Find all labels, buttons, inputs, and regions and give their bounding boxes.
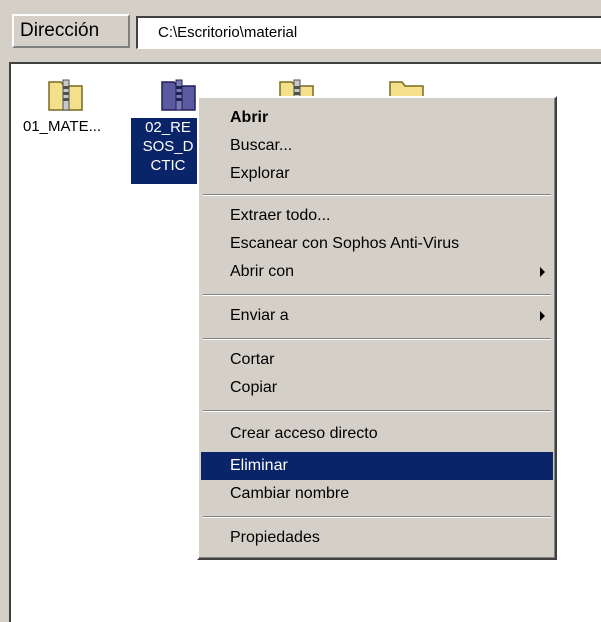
menu-item-abrir-con[interactable]: Abrir con xyxy=(201,258,553,286)
menu-separator xyxy=(203,338,551,340)
menu-item-propiedades[interactable]: Propiedades xyxy=(201,524,553,552)
context-menu: Abrir Buscar... Explorar Extraer todo...… xyxy=(197,96,557,560)
menu-separator xyxy=(203,410,551,412)
submenu-arrow-icon xyxy=(540,311,545,321)
file-item[interactable]: 01_MATE... xyxy=(21,74,117,154)
menu-separator xyxy=(203,194,551,196)
address-bar: Dirección C:\Escritorio\material xyxy=(0,0,601,55)
menu-item-label: Abrir con xyxy=(230,263,295,280)
file-label: 02_RE SOS_D CTIC xyxy=(131,118,205,184)
menu-item-explorar[interactable]: Explorar xyxy=(201,160,553,188)
menu-item-abrir[interactable]: Abrir xyxy=(201,104,553,132)
menu-item-label: Enviar a xyxy=(230,307,289,324)
menu-item-eliminar[interactable]: Eliminar xyxy=(201,452,553,480)
address-input[interactable]: C:\Escritorio\material xyxy=(136,16,601,49)
menu-item-enviar-a[interactable]: Enviar a xyxy=(201,302,553,330)
menu-item-buscar[interactable]: Buscar... xyxy=(201,132,553,160)
menu-item-cortar[interactable]: Cortar xyxy=(201,346,553,374)
menu-item-cambiar-nombre[interactable]: Cambiar nombre xyxy=(201,480,553,508)
submenu-arrow-icon xyxy=(540,267,545,277)
menu-item-crear-acceso-directo[interactable]: Crear acceso directo xyxy=(201,420,553,448)
file-label: 01_MATE... xyxy=(23,118,102,135)
menu-separator xyxy=(203,516,551,518)
zipped-folder-icon xyxy=(161,79,196,111)
address-label[interactable]: Dirección xyxy=(12,14,130,48)
menu-item-extraer-todo[interactable]: Extraer todo... xyxy=(201,202,553,230)
menu-item-escanear[interactable]: Escanear con Sophos Anti-Virus xyxy=(201,230,553,258)
zipped-folder-icon xyxy=(48,79,83,111)
menu-item-copiar[interactable]: Copiar xyxy=(201,374,553,402)
menu-separator xyxy=(203,294,551,296)
